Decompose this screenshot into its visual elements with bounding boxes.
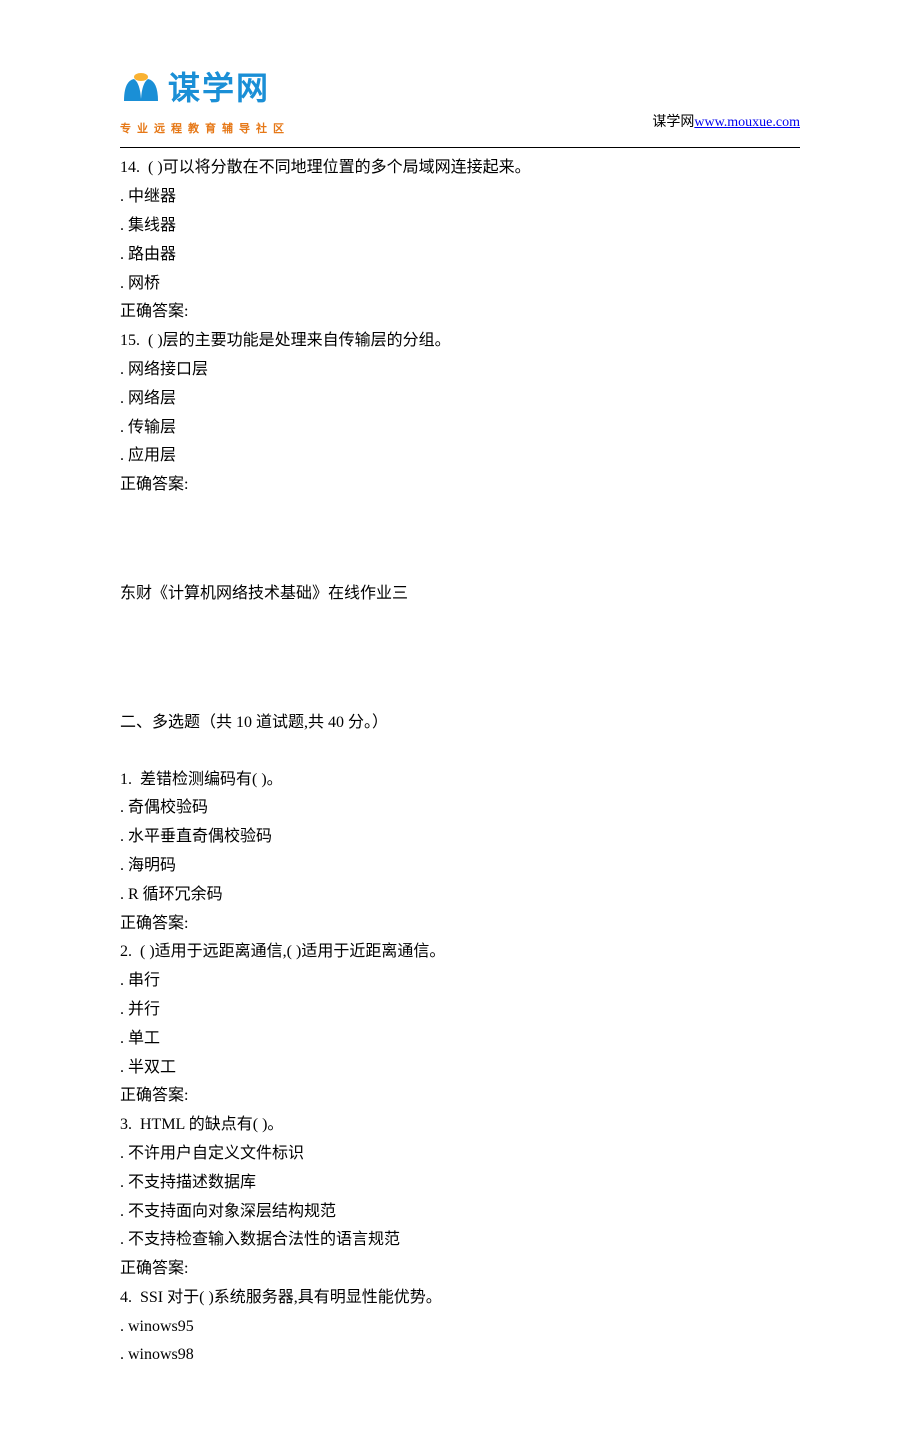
mq1-opt-a: . 奇偶校验码 — [120, 794, 800, 823]
page-header: 谋学网 专业远程教育辅导社区 谋学网www.mouxue.com — [120, 60, 800, 139]
q15-stem: 15. ( )层的主要功能是处理来自传输层的分组。 — [120, 327, 800, 356]
site-label: 谋学网 — [652, 115, 694, 130]
mq3-opt-a: . 不许用户自定义文件标识 — [120, 1140, 800, 1169]
site-link[interactable]: www.mouxue.com — [694, 115, 800, 130]
mq1-answer: 正确答案: — [120, 910, 800, 939]
logo-text: 谋学网 — [168, 60, 270, 118]
mq3-answer: 正确答案: — [120, 1255, 800, 1284]
mq2-opt-b: . 并行 — [120, 996, 800, 1025]
site-reference: 谋学网www.mouxue.com — [652, 110, 800, 139]
q14-answer: 正确答案: — [120, 298, 800, 327]
mq2-opt-a: . 串行 — [120, 967, 800, 996]
q15-opt-b: . 网络层 — [120, 385, 800, 414]
mq4-stem: 4. SSI 对于( )系统服务器,具有明显性能优势。 — [120, 1284, 800, 1313]
mq1-opt-b: . 水平垂直奇偶校验码 — [120, 823, 800, 852]
mq3-opt-b: . 不支持描述数据库 — [120, 1169, 800, 1198]
mq2-answer: 正确答案: — [120, 1082, 800, 1111]
q14-stem: 14. ( )可以将分散在不同地理位置的多个局域网连接起来。 — [120, 154, 800, 183]
logo: 谋学网 专业远程教育辅导社区 — [120, 60, 290, 139]
q14-opt-c: . 路由器 — [120, 241, 800, 270]
logo-icon — [120, 71, 162, 107]
q14-opt-b: . 集线器 — [120, 212, 800, 241]
mq3-opt-c: . 不支持面向对象深层结构规范 — [120, 1198, 800, 1227]
section-heading: 二、多选题（共 10 道试题,共 40 分。） — [120, 709, 800, 738]
assignment-title: 东财《计算机网络技术基础》在线作业三 — [120, 580, 800, 609]
q15-answer: 正确答案: — [120, 471, 800, 500]
mq2-opt-c: . 单工 — [120, 1025, 800, 1054]
mq3-opt-d: . 不支持检查输入数据合法性的语言规范 — [120, 1226, 800, 1255]
q15-opt-d: . 应用层 — [120, 442, 800, 471]
mq1-opt-c: . 海明码 — [120, 852, 800, 881]
mq4-opt-a: . winows95 — [120, 1313, 800, 1342]
mq2-opt-d: . 半双工 — [120, 1054, 800, 1083]
q14-opt-d: . 网桥 — [120, 270, 800, 299]
mq1-opt-d: . R 循环冗余码 — [120, 881, 800, 910]
mq4-opt-b: . winows98 — [120, 1341, 800, 1370]
q15-opt-c: . 传输层 — [120, 414, 800, 443]
header-divider — [120, 147, 800, 148]
mq2-stem: 2. ( )适用于远距离通信,( )适用于近距离通信。 — [120, 938, 800, 967]
logo-subtitle: 专业远程教育辅导社区 — [120, 120, 290, 140]
q14-opt-a: . 中继器 — [120, 183, 800, 212]
mq1-stem: 1. 差错检测编码有( )。 — [120, 766, 800, 795]
q15-opt-a: . 网络接口层 — [120, 356, 800, 385]
document-body: 14. ( )可以将分散在不同地理位置的多个局域网连接起来。 . 中继器 . 集… — [120, 154, 800, 1370]
mq3-stem: 3. HTML 的缺点有( )。 — [120, 1111, 800, 1140]
